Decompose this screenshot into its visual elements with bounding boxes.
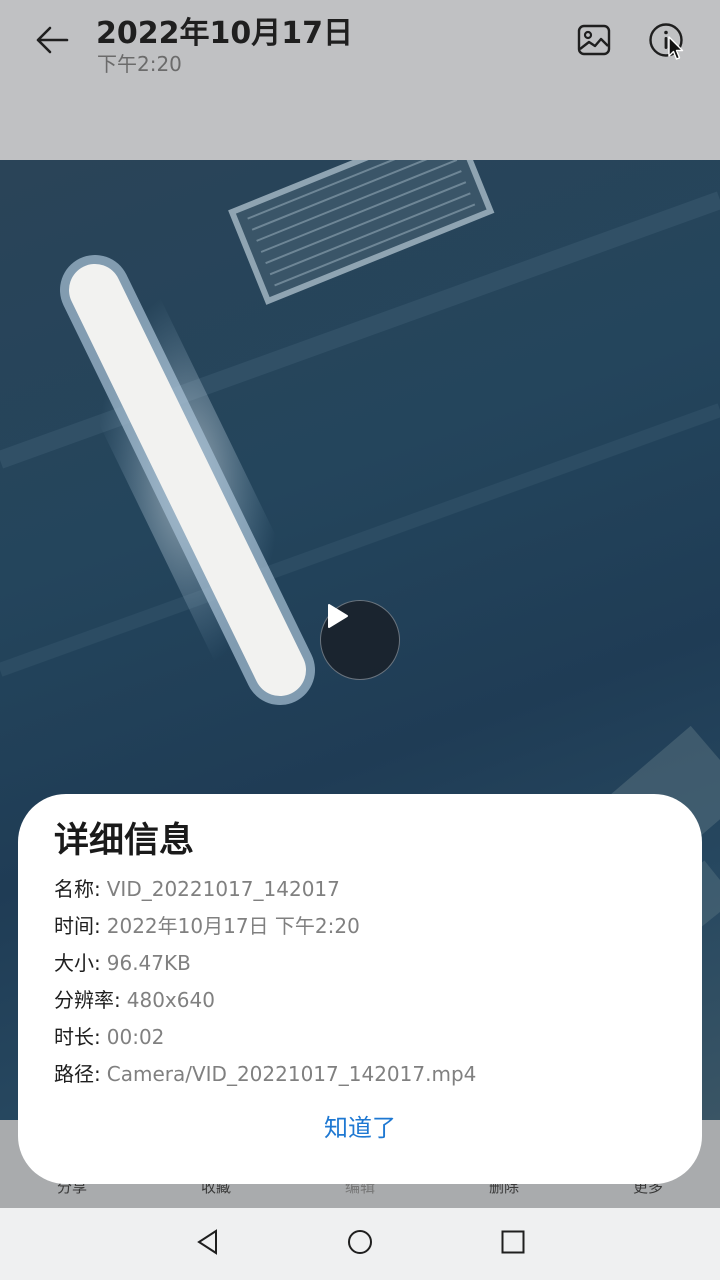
system-navigation-bar (0, 1208, 720, 1280)
detail-row-path: 路径: Camera/VID_20221017_142017.mp4 (54, 1059, 476, 1096)
top-app-bar: 2022年10月17日 下午2:20 (0, 0, 720, 160)
detail-key: 时间: (54, 914, 101, 938)
gallery-button[interactable] (572, 20, 616, 64)
play-button[interactable] (320, 600, 400, 680)
detail-key: 分辨率: (54, 988, 121, 1012)
confirm-button[interactable]: 知道了 (18, 1110, 702, 1146)
page-title: 2022年10月17日 (96, 16, 353, 51)
page-subtitle: 下午2:20 (97, 52, 182, 76)
details-list: 名称: VID_20221017_142017 时间: 2022年10月17日 下午… (54, 874, 476, 1096)
detail-key: 路径: (54, 1062, 101, 1086)
detail-row-time: 时间: 2022年10月17日 下午2:20 (54, 911, 476, 948)
mouse-cursor-icon (668, 36, 684, 66)
detail-value: Camera/VID_20221017_142017.mp4 (106, 1062, 477, 1086)
detail-key: 时长: (54, 1025, 101, 1049)
nav-recents-button[interactable] (493, 1226, 533, 1262)
detail-value: 00:02 (106, 1025, 165, 1049)
detail-value: 480x640 (126, 988, 215, 1012)
detail-row-duration: 时长: 00:02 (54, 1022, 476, 1059)
nav-back-button[interactable] (188, 1226, 228, 1262)
nav-home-icon (346, 1228, 374, 1260)
dialog-title: 详细信息 (54, 821, 195, 861)
nav-back-icon (196, 1229, 220, 1259)
back-arrow-icon (35, 26, 69, 58)
detail-value: VID_20221017_142017 (106, 877, 340, 901)
detail-key: 名称: (54, 877, 101, 901)
detail-key: 大小: (54, 951, 101, 975)
detail-row-resolution: 分辨率: 480x640 (54, 985, 476, 1022)
detail-row-size: 大小: 96.47KB (54, 948, 476, 985)
gallery-icon (577, 23, 611, 61)
nav-recents-icon (500, 1229, 526, 1259)
detail-row-name: 名称: VID_20221017_142017 (54, 874, 476, 911)
detail-value: 2022年10月17日 下午2:20 (106, 914, 360, 938)
nav-home-button[interactable] (340, 1226, 380, 1262)
details-dialog: 详细信息 名称: VID_20221017_142017 时间: 2022年10月1… (18, 794, 702, 1184)
back-button[interactable] (24, 16, 80, 68)
detail-value: 96.47KB (106, 951, 191, 975)
